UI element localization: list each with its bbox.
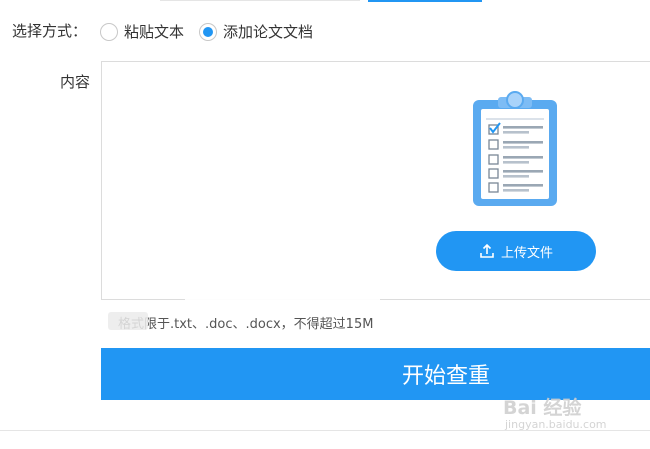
start-button-label: 开始查重 — [401, 364, 490, 389]
watermark-url: jingyan.baidu.com — [505, 418, 607, 431]
radio-document-label: 添加论文文档 — [223, 23, 314, 41]
hint-blur — [108, 312, 148, 330]
radio-paste-text[interactable]: 粘贴文本 — [100, 21, 184, 42]
radio-paste-label: 粘贴文本 — [124, 23, 185, 41]
upload-button-label: 上传文件 — [500, 245, 553, 261]
format-hint: 格式限于.txt、.doc、.docx，不得超过15M — [118, 317, 374, 332]
watermark-logo: Bai 经验 — [503, 397, 582, 419]
upload-file-button[interactable]: 上传文件 — [436, 231, 596, 271]
content-label: 内容 — [60, 73, 91, 91]
blur-strip — [185, 293, 380, 309]
top-tab-underline — [368, 0, 482, 2]
baidu-jingyan-watermark: Bai 经验 jingyan.baidu.com — [503, 393, 607, 431]
upload-icon — [479, 243, 495, 259]
radio-add-document[interactable]: 添加论文文档 — [199, 21, 313, 42]
mode-label: 选择方式： — [12, 22, 88, 40]
radio-unchecked-icon[interactable] — [100, 22, 118, 41]
radio-checked-icon[interactable] — [199, 22, 217, 41]
top-divider — [160, 0, 360, 1]
clipboard-checklist-icon — [470, 91, 560, 213]
